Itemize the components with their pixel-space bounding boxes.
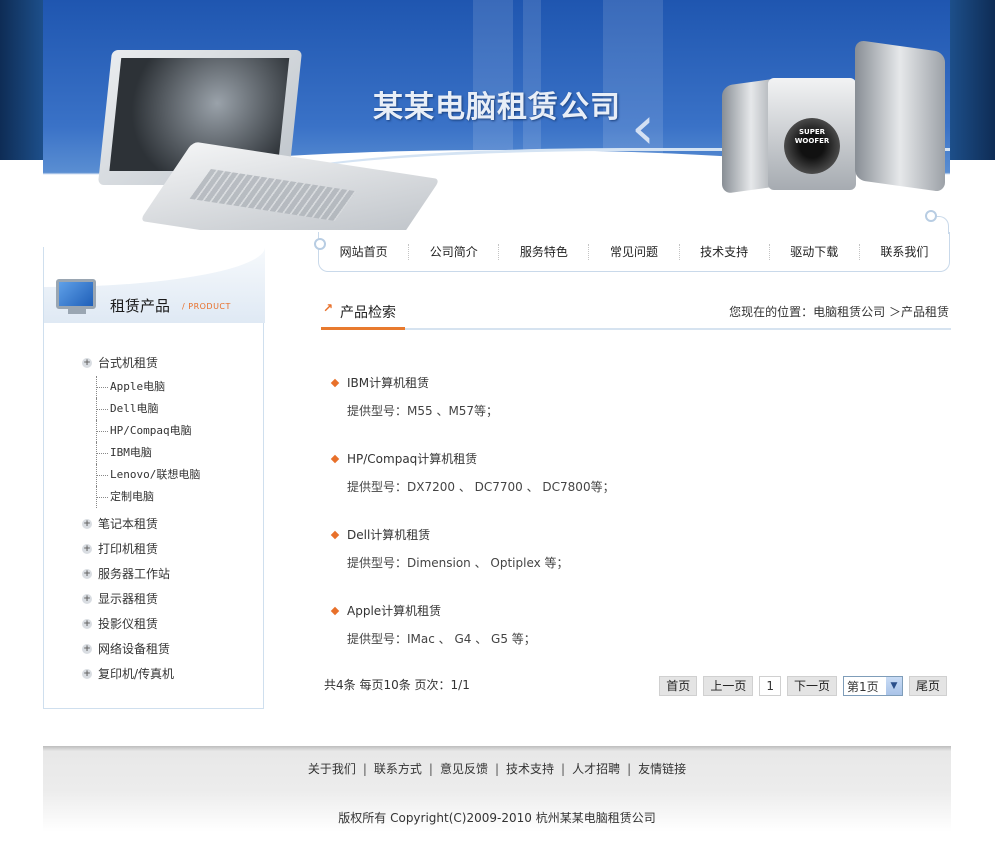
nav-faq[interactable]: 常见问题 — [589, 243, 680, 260]
site-brand-title: 某某电脑租赁公司 — [373, 90, 621, 125]
speaker-right-image — [855, 39, 945, 193]
category-item[interactable]: + 显示器租赁 — [82, 587, 262, 612]
subcategory-item[interactable]: 定制电脑 — [82, 486, 262, 508]
prev-page-button[interactable]: 上一页 — [703, 676, 754, 696]
expand-plus-icon[interactable]: + — [82, 569, 92, 579]
product-name[interactable]: HP/Compaq计算机租赁 — [332, 450, 892, 468]
footer-link-about[interactable]: 关于我们 — [308, 762, 356, 776]
expand-plus-icon[interactable]: + — [82, 644, 92, 654]
nav-contact[interactable]: 联系我们 — [860, 244, 949, 260]
subcategory-item[interactable]: IBM电脑 — [82, 442, 262, 464]
category-item[interactable]: + 打印机租赁 — [82, 537, 262, 562]
subcategory-item[interactable]: Lenovo/联想电脑 — [82, 464, 262, 486]
last-page-button[interactable]: 尾页 — [908, 676, 947, 696]
footer-link-friends[interactable]: 友情链接 — [638, 762, 686, 776]
page-select[interactable]: 第1页 ▼ — [842, 676, 903, 696]
right-edge-strip — [950, 0, 995, 160]
woofer-label: SUPER WOOFER — [794, 128, 830, 145]
product-item: IBM计算机租赁 提供型号：M55 、M57等； — [332, 374, 892, 420]
category-item[interactable]: + 网络设备租赁 — [82, 637, 262, 662]
pagination: 首页 上一页 1 下一页 第1页 ▼ 尾页 — [659, 676, 947, 696]
product-name[interactable]: Apple计算机租赁 — [332, 602, 892, 620]
subcategory-list: Apple电脑 Dell电脑 HP/Compaq电脑 IBM电脑 Lenovo/… — [82, 376, 262, 508]
monitor-stand-icon — [68, 309, 86, 314]
nav-ornament — [925, 210, 937, 222]
sidebar-subtitle: / PRODUCT — [182, 302, 231, 311]
footer-link-contact[interactable]: 联系方式 — [374, 762, 422, 776]
nav-about[interactable]: 公司简介 — [409, 243, 500, 260]
category-item[interactable]: + 台式机租赁 — [82, 351, 262, 376]
nav-support[interactable]: 技术支持 — [680, 243, 770, 260]
subwoofer-image: SUPER WOOFER — [768, 78, 856, 190]
header-banner: ‹ 某某电脑租赁公司 SUPER WOOFER — [43, 0, 950, 230]
product-item: Apple计算机租赁 提供型号：IMac 、 G4 、 G5 等； — [332, 602, 892, 648]
subcategory-item[interactable]: Apple电脑 — [82, 376, 262, 398]
product-name[interactable]: Dell计算机租赁 — [332, 526, 892, 544]
section-title: 产品检索 — [340, 305, 396, 321]
arrow-decoration-icon: ‹ — [631, 93, 655, 163]
category-item[interactable]: + 服务器工作站 — [82, 562, 262, 587]
product-models: 提供型号：Dimension 、 Optiplex 等； — [347, 556, 569, 570]
expand-plus-icon[interactable]: + — [82, 358, 92, 368]
nav-ornament — [314, 238, 326, 250]
product-item: Dell计算机租赁 提供型号：Dimension 、 Optiplex 等； — [332, 526, 892, 572]
category-item[interactable]: + 投影仪租赁 — [82, 612, 262, 637]
first-page-button[interactable]: 首页 — [659, 676, 698, 696]
product-item: HP/Compaq计算机租赁 提供型号：DX7200 、 DC7700 、 DC… — [332, 450, 892, 496]
sidebar: 租赁产品 / PRODUCT + 台式机租赁 Apple电脑 Dell电脑 HP/… — [43, 247, 265, 709]
footer-links: 关于我们 | 联系方式 | 意见反馈 | 技术支持 | 人才招聘 | 友情链接 — [43, 746, 951, 790]
expand-plus-icon[interactable]: + — [82, 544, 92, 554]
nav-services[interactable]: 服务特色 — [499, 243, 590, 260]
current-page-number[interactable]: 1 — [759, 676, 781, 696]
sidebar-header: 租赁产品 / PRODUCT — [44, 247, 265, 323]
product-models: 提供型号：M55 、M57等； — [347, 404, 499, 418]
category-tree: + 台式机租赁 Apple电脑 Dell电脑 HP/Compaq电脑 IBM电脑 … — [82, 351, 262, 687]
left-edge-strip — [0, 0, 43, 160]
category-item[interactable]: + 复印机/传真机 — [82, 662, 262, 687]
subcategory-item[interactable]: Dell电脑 — [82, 398, 262, 420]
expand-plus-icon[interactable]: + — [82, 619, 92, 629]
expand-plus-icon[interactable]: + — [82, 519, 92, 529]
expand-plus-icon[interactable]: + — [82, 669, 92, 679]
footer-link-feedback[interactable]: 意见反馈 — [440, 762, 488, 776]
footer-copyright: 版权所有 Copyright(C)2009-2010 杭州某某电脑租赁公司 — [43, 790, 951, 850]
footer-link-support[interactable]: 技术支持 — [506, 762, 554, 776]
nav-home[interactable]: 网站首页 — [319, 243, 410, 260]
next-page-button[interactable]: 下一页 — [786, 676, 837, 696]
breadcrumb: 您现在的位置：电脑租赁公司 ＞产品租赁 — [729, 305, 949, 319]
arrow-icon: ↗ — [323, 301, 334, 315]
main-nav: 网站首页 公司简介 服务特色 常见问题 技术支持 驱动下载 联系我们 — [314, 210, 950, 272]
content-header: ↗ 产品检索 您现在的位置：电脑租赁公司 ＞产品租赁 — [321, 298, 951, 330]
product-name[interactable]: IBM计算机租赁 — [332, 374, 892, 392]
monitor-icon — [56, 279, 96, 309]
product-models: 提供型号：DX7200 、 DC7700 、 DC7800等； — [347, 480, 615, 494]
sidebar-title: 租赁产品 — [110, 297, 171, 315]
pager-info: 共4条 每页10条 页次：1/1 — [324, 678, 470, 692]
nav-drivers[interactable]: 驱动下载 — [770, 243, 860, 260]
section-tab: ↗ 产品检索 — [321, 298, 405, 330]
expand-plus-icon[interactable]: + — [82, 594, 92, 604]
category-item[interactable]: + 笔记本租赁 — [82, 512, 262, 537]
subcategory-item[interactable]: HP/Compaq电脑 — [82, 420, 262, 442]
footer-link-jobs[interactable]: 人才招聘 — [572, 762, 620, 776]
chevron-down-icon[interactable]: ▼ — [885, 677, 902, 695]
product-models: 提供型号：IMac 、 G4 、 G5 等； — [347, 632, 536, 646]
